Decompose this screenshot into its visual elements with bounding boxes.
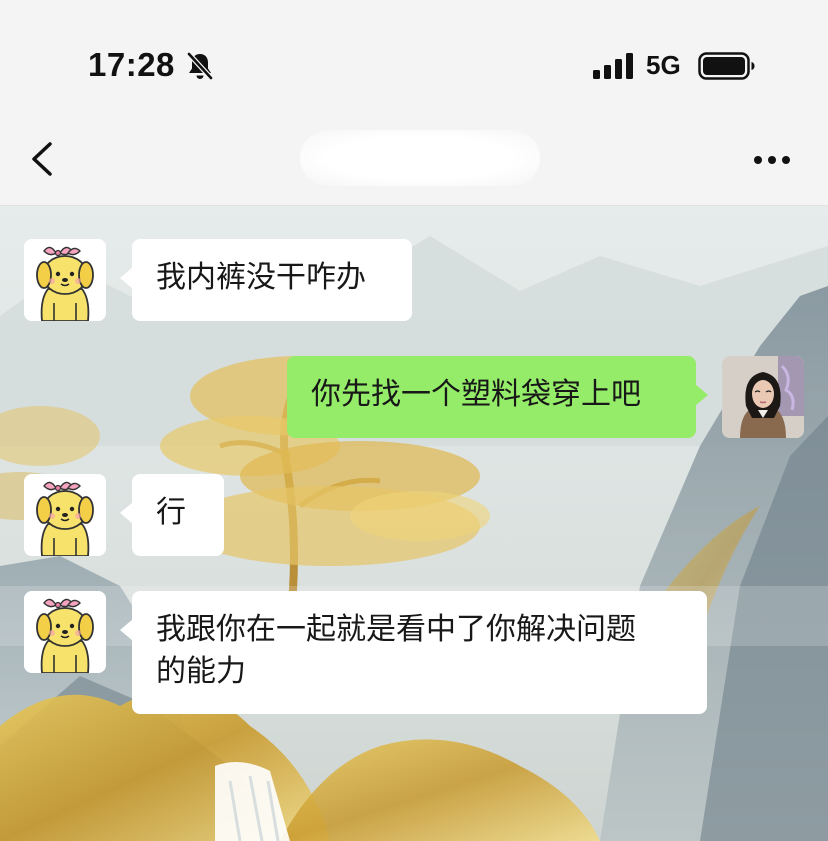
status-time: 17:28 — [88, 46, 175, 83]
yellow-dog-avatar-icon — [24, 474, 106, 556]
yellow-dog-avatar-icon — [24, 239, 106, 321]
message-bubble-incoming[interactable]: 行 — [120, 474, 224, 556]
chat-area[interactable]: 我内裤没干咋办 你先找一个塑料袋穿上吧 行 我跟你在一起就是看中了你解决问题 的… — [0, 206, 828, 841]
network-type: 5G — [646, 50, 681, 80]
contact-name-redacted — [300, 130, 540, 186]
self-avatar[interactable] — [722, 356, 804, 438]
chevron-left-icon[interactable] — [22, 136, 66, 182]
contact-avatar[interactable] — [24, 591, 106, 673]
contact-avatar[interactable] — [24, 239, 106, 321]
bell-off-icon — [187, 52, 213, 80]
user-photo-avatar-icon — [722, 356, 804, 438]
message-bubble-incoming[interactable]: 我内裤没干咋办 — [120, 239, 412, 321]
nav-bar — [0, 110, 828, 206]
yellow-dog-avatar-icon — [24, 591, 106, 673]
chat-screen: 17:28 5G 我内裤没干咋办 你先找一个塑料袋穿上吧 行 我跟你在一起就是看… — [0, 0, 828, 841]
signal-bars-icon — [593, 53, 633, 79]
ellipsis-icon[interactable] — [746, 140, 798, 180]
message-bubble-outgoing[interactable]: 你先找一个塑料袋穿上吧 — [287, 356, 708, 438]
battery-icon — [698, 52, 755, 80]
message-bubble-incoming[interactable]: 我跟你在一起就是看中了你解决问题 的能力 — [120, 591, 707, 714]
contact-avatar[interactable] — [24, 474, 106, 556]
status-bar: 17:28 5G — [0, 0, 828, 110]
